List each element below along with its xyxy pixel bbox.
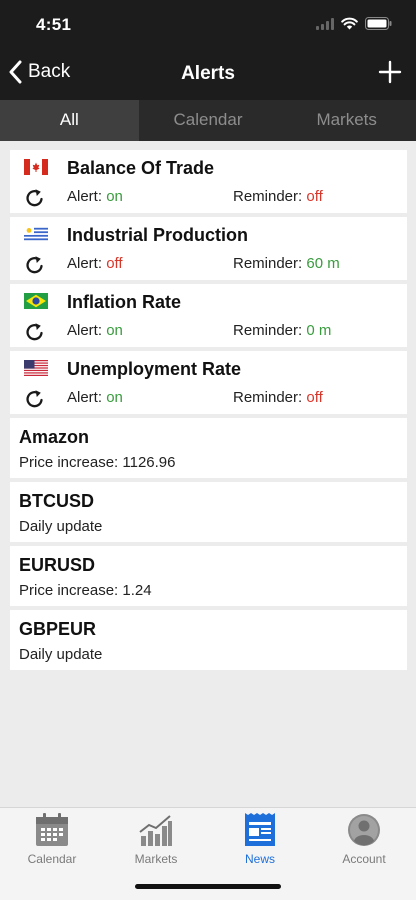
reminder-value: off [306,188,323,205]
market-detail: Price increase: 1126.96 [19,454,176,471]
reminder-status: Reminder: 60 m [233,255,340,272]
news-icon [245,813,275,846]
add-alert-button[interactable] [378,60,402,89]
refresh-icon[interactable] [23,320,47,344]
account-icon [348,814,380,846]
chart-icon [139,815,172,846]
alert-status: Alert: off [67,255,123,272]
tab-bar-news[interactable]: News [208,812,312,866]
brazil-flag-icon [24,293,48,309]
market-alert-row[interactable]: Amazon Price increase: 1126.96 [10,418,407,478]
tab-markets[interactable]: Markets [277,100,416,141]
market-detail: Daily update [19,518,103,535]
uruguay-flag-icon [24,226,48,242]
reminder-value: 60 m [306,255,340,272]
market-detail: Price increase: 1.24 [19,582,152,599]
market-detail: Daily update [19,646,103,663]
status-time: 4:51 [36,15,72,34]
market-title: Amazon [19,427,90,447]
signal-icon [316,17,334,30]
nav-bar: Back Alerts [0,50,416,100]
status-icons [316,17,392,30]
battery-icon [365,17,392,30]
reminder-value: off [306,389,323,406]
event-alert-row[interactable]: Industrial Production Alert: off Reminde… [10,217,407,280]
refresh-icon[interactable] [23,387,47,411]
alert-status: Alert: on [67,389,123,406]
reminder-status: Reminder: 0 m [233,322,332,339]
calendar-icon [36,813,68,846]
market-title: GBPEUR [19,619,97,639]
event-title: Industrial Production [67,225,249,245]
market-alert-row[interactable]: GBPEUR Daily update [10,610,407,670]
market-alert-row[interactable]: BTCUSD Daily update [10,482,407,542]
plus-icon [378,60,402,84]
alert-value: off [106,255,123,272]
reminder-status: Reminder: off [233,188,323,205]
tab-bar-account[interactable]: Account [312,812,416,866]
filter-tabs: All Calendar Markets [0,100,416,141]
tab-calendar[interactable]: Calendar [139,100,278,141]
tab-label: Calendar [27,852,77,866]
refresh-icon[interactable] [23,186,47,210]
alert-value: on [106,322,123,339]
alert-value: on [106,389,123,406]
market-title: EURUSD [19,555,96,575]
tab-label: News [244,852,275,866]
tab-bar-markets[interactable]: Markets [104,812,208,866]
alert-value: on [106,188,123,205]
page-title: Alerts [181,63,235,84]
refresh-icon[interactable] [23,253,47,277]
status-bar: 4:51 [0,0,416,50]
wifi-icon [341,17,358,30]
tab-all[interactable]: All [0,100,139,141]
reminder-value: 0 m [306,322,332,339]
event-title: Inflation Rate [67,292,182,312]
canada-flag-icon [24,159,48,175]
event-alert-row[interactable]: Inflation Rate Alert: on Reminder: 0 m [10,284,407,347]
event-alert-row[interactable]: Unemployment Rate Alert: on Reminder: of… [10,351,407,414]
event-title: Balance Of Trade [67,158,215,178]
market-title: BTCUSD [19,491,94,511]
event-title: Unemployment Rate [67,359,242,379]
usa-flag-icon [24,360,48,376]
tab-label: Account [342,852,386,866]
tab-bar-calendar[interactable]: Calendar [0,812,104,866]
alerts-list: Balance Of Trade Alert: on Reminder: off… [10,150,407,674]
market-alert-row[interactable]: EURUSD Price increase: 1.24 [10,546,407,606]
home-indicator[interactable] [135,884,281,889]
reminder-status: Reminder: off [233,389,323,406]
event-alert-row[interactable]: Balance Of Trade Alert: on Reminder: off [10,150,407,213]
alert-status: Alert: on [67,188,123,205]
tab-label: Markets [134,852,178,866]
alert-status: Alert: on [67,322,123,339]
